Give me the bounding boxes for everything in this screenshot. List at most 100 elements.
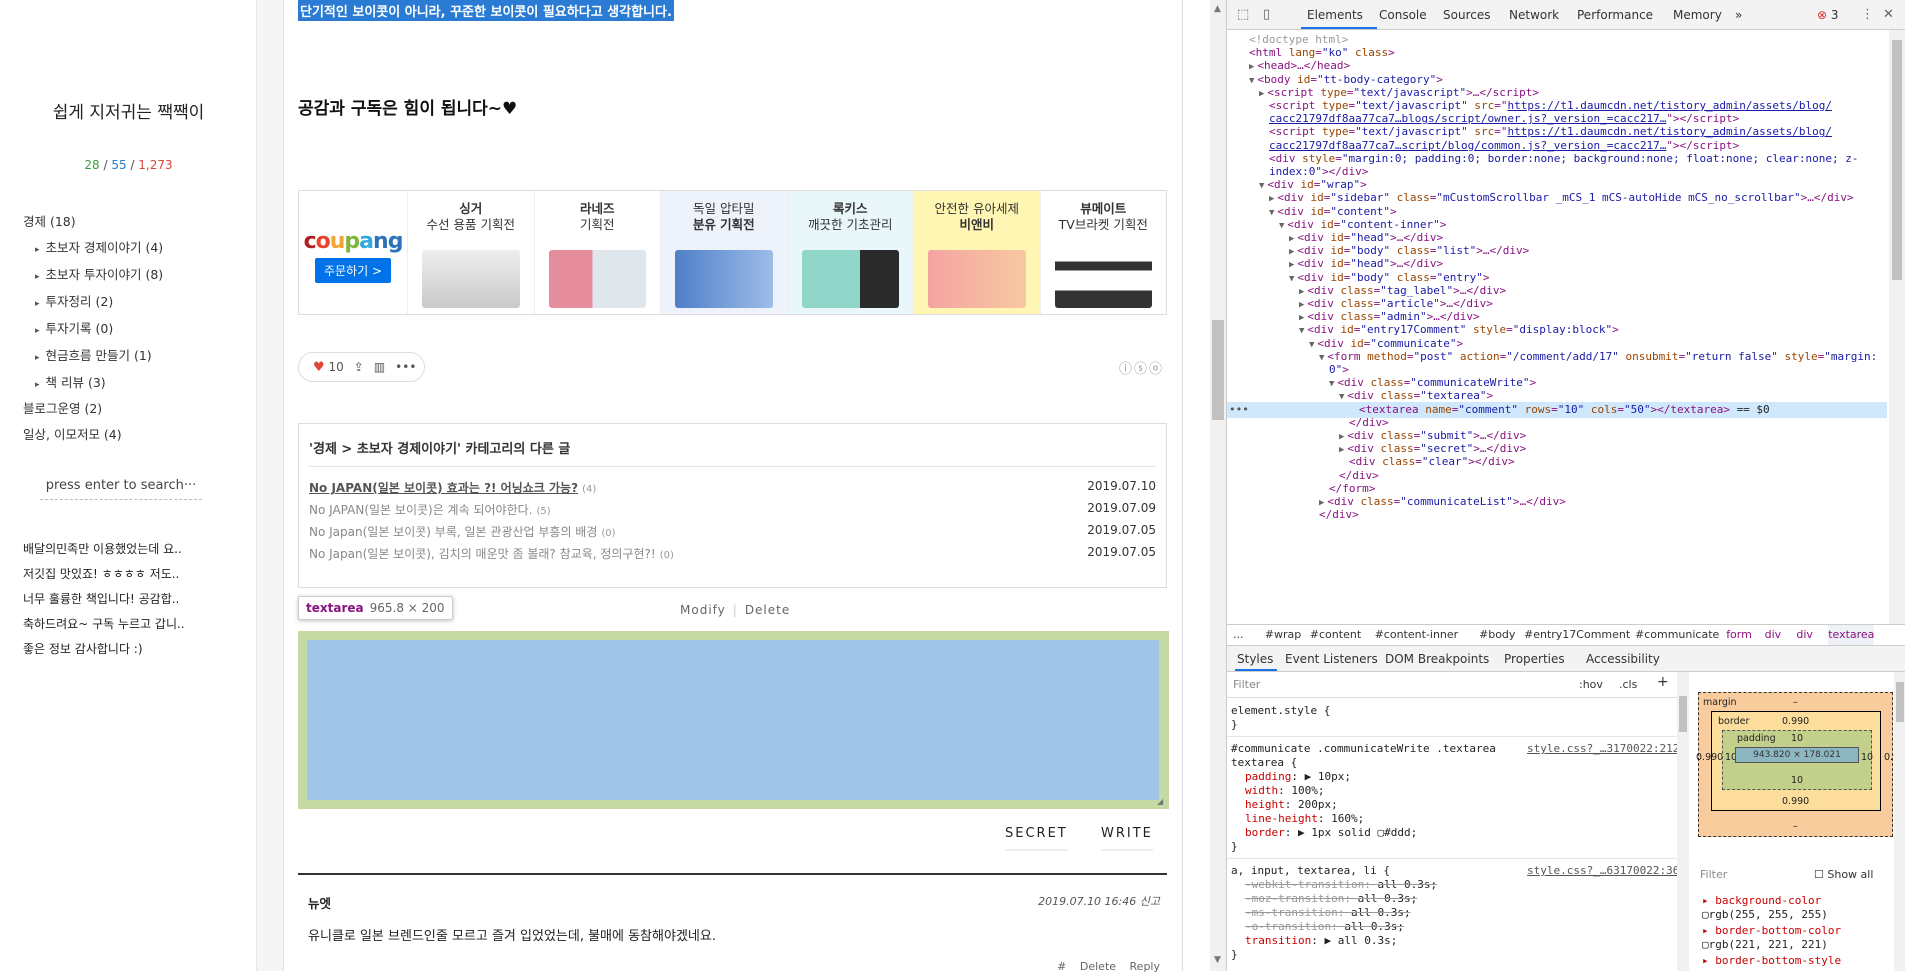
css-property[interactable]: padding: ▶ 10px;	[1245, 770, 1351, 784]
related-item[interactable]: No JAPAN(일본 보이콧) 효과는 ?! 어닝쇼크 가능? (4) 2019…	[309, 479, 1156, 497]
breadcrumb-item[interactable]: form	[1726, 625, 1752, 645]
box-model-content[interactable]: 943.820 × 178.021	[1735, 747, 1859, 763]
dom-node-line[interactable]: </div>	[1319, 507, 1359, 523]
tab-event-listeners[interactable]: Event Listeners	[1285, 646, 1378, 672]
box-model-margin[interactable]: margin – border 0.990 0.990 0.990 0.990 …	[1696, 692, 1905, 837]
category-blog-ops[interactable]: 블로그운영 (2)	[23, 398, 102, 417]
dom-node-line[interactable]: ▼ <form method="post" action="/comment/ad…	[1319, 349, 1877, 366]
breadcrumb-item[interactable]: #content	[1310, 625, 1361, 645]
category-daily[interactable]: 일상, 이모저모 (4)	[23, 424, 122, 443]
category-cashflow[interactable]: 현금흐름 만들기 (1)	[35, 345, 152, 364]
related-item-title[interactable]: No JAPAN(일본 보이콧) 효과는 ?! 어닝쇼크 가능?	[309, 481, 578, 495]
recent-comment[interactable]: 축하드려요~ 구독 누르고 갑니..	[23, 615, 185, 632]
tab-console[interactable]: Console	[1379, 8, 1427, 22]
related-item[interactable]: No Japan(일본 보이콧) 부록, 일본 관광산업 부흥의 배경 (0) 2…	[309, 523, 1156, 541]
css-property[interactable]: border: ▶ 1px solid ▢#ddd;	[1245, 826, 1417, 840]
coupang-logo-cell[interactable]: coupang 주문하기 >	[299, 191, 407, 314]
search-input[interactable]: press enter to search···	[40, 478, 202, 500]
inspect-element-icon[interactable]: ⬚	[1237, 7, 1249, 22]
dom-scroll-thumb[interactable]	[1892, 40, 1902, 280]
styles-scrollbar[interactable]	[1677, 672, 1689, 971]
breadcrumb-item[interactable]: #body	[1479, 625, 1515, 645]
comment-author[interactable]: 뉴엣	[308, 893, 331, 912]
css-property[interactable]: width: 100%;	[1245, 784, 1325, 798]
order-button[interactable]: 주문하기 >	[314, 258, 392, 283]
rule1-source-link[interactable]: style.css?_…3170022:212	[1527, 742, 1679, 756]
tab-network[interactable]: Network	[1509, 8, 1559, 22]
device-toolbar-icon[interactable]: ▯	[1263, 7, 1270, 22]
scroll-down-icon[interactable]: ▼	[1214, 955, 1221, 965]
computed-prop[interactable]: ▸ background-color	[1702, 894, 1821, 907]
computed-scrollbar[interactable]	[1894, 672, 1905, 971]
banner-item[interactable]: 안전한 유아세제 비앤비	[913, 191, 1040, 314]
styles-scroll-thumb[interactable]	[1679, 696, 1687, 732]
tab-memory[interactable]: Memory	[1673, 8, 1722, 22]
breadcrumb-item[interactable]: #entry17Comment	[1524, 625, 1630, 645]
category-invest-summary[interactable]: 투자정리 (2)	[35, 291, 114, 310]
page-scrollbar[interactable]: ▲ ▼	[1210, 0, 1226, 971]
breadcrumb-item[interactable]: #communicate	[1635, 625, 1719, 645]
styles-filter-input[interactable]: Filter	[1233, 678, 1260, 692]
like-button[interactable]: ♥ 10	[313, 360, 344, 375]
dom-tree[interactable]: ••• <!doctype html> <html lang="ko" class…	[1227, 30, 1887, 624]
related-item-title[interactable]: No Japan(일본 보이콧) 부록, 일본 관광산업 부흥의 배경	[309, 525, 597, 539]
breadcrumb-item[interactable]: ...	[1233, 625, 1244, 645]
breadcrumb-item[interactable]: #wrap	[1265, 625, 1301, 645]
computed-filter-input[interactable]: Filter	[1700, 868, 1727, 881]
breadcrumb-item[interactable]: textarea	[1828, 625, 1875, 645]
related-item[interactable]: No JAPAN(일본 보이콧)은 계속 되어야한다. (5) 2019.07.0…	[309, 501, 1156, 519]
secret-button[interactable]: SECRET	[1005, 826, 1068, 851]
close-icon[interactable]: ✕	[1883, 7, 1894, 22]
node-menu-icon[interactable]: •••	[1229, 402, 1249, 418]
computed-prop[interactable]: ▸ border-bottom-style	[1702, 954, 1841, 967]
scroll-thumb[interactable]	[1212, 320, 1224, 420]
css-property[interactable]: transition: ▶ all 0.3s;	[1245, 934, 1397, 948]
banner-item[interactable]: 싱거 수선 용품 기획전	[407, 191, 534, 314]
dom-scrollbar[interactable]	[1889, 30, 1905, 624]
more-tabs-icon[interactable]: »	[1735, 8, 1742, 22]
category-book-review[interactable]: 책 리뷰 (3)	[35, 372, 106, 391]
box-model-border[interactable]: border 0.990 0.990 0.990 0.990 padding 1…	[1696, 711, 1905, 811]
rule1-selector[interactable]: #communicate .communicateWrite .textarea…	[1231, 742, 1679, 756]
css-property[interactable]: line-height: 160%;	[1245, 812, 1364, 826]
tab-sources[interactable]: Sources	[1443, 8, 1490, 22]
recent-comment[interactable]: 저깃집 맛있죠! ㅎㅎㅎㅎ 저도..	[23, 565, 179, 582]
related-item-title[interactable]: No JAPAN(일본 보이콧)은 계속 되어야한다.	[309, 503, 532, 517]
error-counter[interactable]: ⊗ 3	[1817, 8, 1839, 22]
related-item-title[interactable]: No Japan(일본 보이콧), 김치의 매운맛 좀 볼래? 참교육, 정의구…	[309, 547, 656, 561]
tab-dom-breakpoints[interactable]: DOM Breakpoints	[1385, 646, 1489, 672]
banner-item[interactable]: 뷰메이트 TV브라켓 기획전	[1039, 191, 1167, 314]
recent-comment[interactable]: 좋은 정보 감사합니다 :)	[23, 640, 143, 657]
css-property[interactable]: height: 200px;	[1245, 798, 1338, 812]
cls-toggle[interactable]: .cls	[1619, 678, 1637, 692]
more-icon[interactable]: •••	[395, 360, 416, 374]
css-property[interactable]: -webkit-transition: all 0.3s;	[1245, 878, 1437, 892]
category-beginner-economy[interactable]: 초보자 경제이야기 (4)	[35, 237, 164, 256]
scroll-up-icon[interactable]: ▲	[1214, 4, 1221, 14]
comment-textarea[interactable]	[307, 640, 1159, 800]
related-item[interactable]: No Japan(일본 보이콧), 김치의 매운맛 좀 볼래? 참교육, 정의구…	[309, 545, 1156, 563]
element-style-open[interactable]: element.style {	[1231, 704, 1330, 718]
recent-comment[interactable]: 너무 훌륭한 책입니다! 공감합..	[23, 590, 179, 607]
category-beginner-invest[interactable]: 초보자 투자이야기 (8)	[35, 264, 164, 283]
new-rule-icon[interactable]: +	[1657, 675, 1669, 689]
stats-icon[interactable]: ▥	[374, 360, 385, 374]
banner-item[interactable]: 독일 압타밀 분유 기획전	[660, 191, 787, 314]
show-all-checkbox[interactable]: ☐ Show all	[1814, 868, 1873, 881]
breadcrumb-item[interactable]: #content-inner	[1375, 625, 1459, 645]
write-button[interactable]: WRITE	[1101, 826, 1153, 851]
blog-title[interactable]: 쉽게 지저귀는 짹짹이	[0, 98, 257, 123]
resize-grip-icon[interactable]: ◢	[1157, 797, 1163, 806]
box-model-padding[interactable]: padding 10 10 10 10 943.820 × 178.021	[1722, 730, 1873, 790]
css-property[interactable]: -moz-transition: all 0.3s;	[1245, 892, 1417, 906]
category-invest-record[interactable]: 투자기록 (0)	[35, 318, 114, 337]
rule2-source-link[interactable]: style.css?_…63170022:36	[1527, 864, 1679, 878]
rule2-selector[interactable]: a, input, textarea, li {style.css?_…6317…	[1231, 864, 1679, 878]
coupang-banner[interactable]: coupang 주문하기 > 싱거 수선 용품 기획전 라네즈 기획전 독일 압…	[298, 190, 1167, 315]
kebab-menu-icon[interactable]: ⋮	[1861, 7, 1874, 22]
comment-actions[interactable]: # Delete Reply	[1057, 960, 1160, 973]
banner-item[interactable]: 라네즈 기획전	[533, 191, 661, 314]
computed-prop[interactable]: ▸ border-bottom-color	[1702, 924, 1841, 937]
delete-link[interactable]: Delete	[745, 603, 790, 617]
breadcrumb-item[interactable]: div	[1765, 625, 1782, 645]
